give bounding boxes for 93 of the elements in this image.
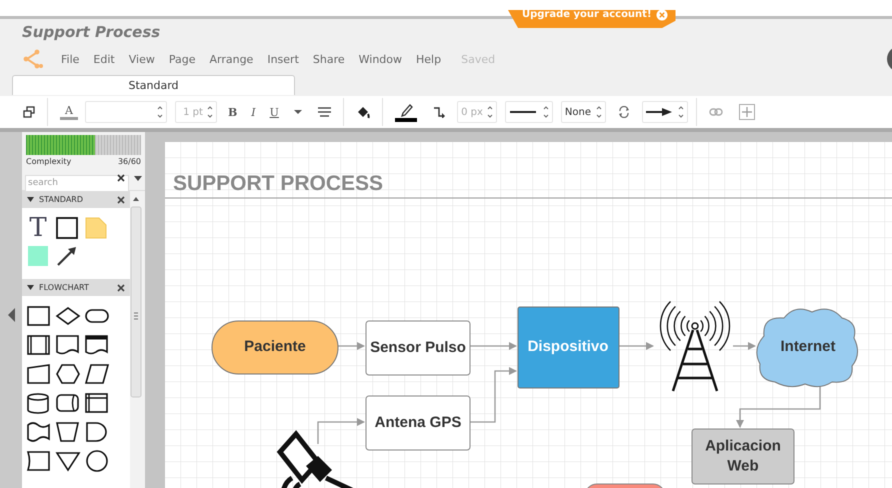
connector-icon[interactable] xyxy=(432,106,445,118)
line-color-icon[interactable] xyxy=(394,102,417,122)
arrange-icon[interactable] xyxy=(23,106,35,118)
node-label: Aplicacion xyxy=(705,437,781,454)
italic-button[interactable]: I xyxy=(247,106,260,118)
section-header[interactable]: STANDARD xyxy=(22,191,130,208)
line-end-value: None xyxy=(564,106,591,118)
cloud-shape[interactable] xyxy=(756,308,858,388)
shape-icon[interactable] xyxy=(84,449,110,473)
menu-item[interactable]: Help xyxy=(416,52,442,66)
search-field[interactable]: search xyxy=(25,174,129,192)
process-box[interactable] xyxy=(366,320,470,376)
shape-icon[interactable] xyxy=(84,333,110,357)
font-field[interactable] xyxy=(84,101,167,123)
spinner-icon[interactable] xyxy=(156,106,164,118)
text-tool[interactable]: T xyxy=(26,216,50,240)
connector-arrow[interactable] xyxy=(619,342,654,350)
spinner-icon[interactable] xyxy=(594,106,603,118)
section-title: STANDARD xyxy=(39,195,84,204)
rotate-icon[interactable] xyxy=(618,106,630,118)
menu-item[interactable]: View xyxy=(128,52,155,66)
section-header[interactable]: FLOWCHART xyxy=(22,279,130,296)
underline-button[interactable]: U xyxy=(266,106,283,118)
spinner-icon[interactable] xyxy=(486,106,494,118)
menu-item[interactable]: Share xyxy=(312,52,345,66)
device-box[interactable] xyxy=(518,306,620,388)
shape-icon[interactable] xyxy=(84,391,110,415)
arrow-icon[interactable] xyxy=(55,244,79,268)
node-label: Antena GPS xyxy=(374,414,462,431)
spinner-icon[interactable] xyxy=(676,106,685,118)
node-label: Paciente xyxy=(244,338,306,355)
shape-icon[interactable] xyxy=(84,420,110,444)
shape-icon[interactable] xyxy=(55,362,81,386)
close-icon[interactable] xyxy=(117,284,125,292)
connector-arrow[interactable] xyxy=(470,342,517,350)
font-color-button[interactable]: A xyxy=(60,104,78,120)
menu-item[interactable]: Arrange xyxy=(209,52,254,66)
line-style-icon xyxy=(510,110,536,114)
connector-arrow[interactable] xyxy=(338,342,365,350)
bold-button[interactable]: B xyxy=(224,106,242,118)
caret-icon[interactable] xyxy=(134,176,142,181)
shape-icon[interactable] xyxy=(55,391,81,415)
shape-icon[interactable] xyxy=(55,420,81,444)
node-label: Web xyxy=(727,457,759,474)
menu-item[interactable]: File xyxy=(61,52,80,66)
shape-icon[interactable] xyxy=(55,333,81,357)
diagram-title: SUPPORT PROCESS xyxy=(173,172,384,195)
shape-icon[interactable] xyxy=(84,362,110,386)
line-end-field[interactable]: None xyxy=(560,101,606,123)
process-box[interactable] xyxy=(366,396,470,450)
spinner-icon[interactable] xyxy=(542,106,550,118)
collapse-arrow-icon[interactable] xyxy=(8,308,14,322)
section-title: FLOWCHART xyxy=(39,283,90,292)
spacing-value: 0 px xyxy=(461,106,483,118)
shape-icon[interactable] xyxy=(55,449,81,473)
caret-icon[interactable] xyxy=(294,109,302,115)
shape-icon[interactable] xyxy=(26,391,52,415)
shape-icon[interactable] xyxy=(26,333,52,357)
expanded-caret-icon[interactable] xyxy=(27,285,34,290)
radio-tower-icon[interactable] xyxy=(660,301,730,392)
menu-item[interactable]: Edit xyxy=(93,52,115,66)
line-style-field[interactable] xyxy=(504,101,553,123)
spinner-icon[interactable] xyxy=(206,106,214,118)
paint-bucket-icon[interactable] xyxy=(356,106,370,118)
shape-icon[interactable] xyxy=(26,420,52,444)
shape-icon[interactable] xyxy=(26,449,52,473)
arrow-icon xyxy=(646,108,672,116)
tab[interactable]: Standard xyxy=(12,75,295,95)
shape-icon[interactable] xyxy=(55,304,81,328)
add-icon[interactable] xyxy=(738,104,755,120)
font-size-value: 1 pt xyxy=(183,106,203,118)
process-box[interactable] xyxy=(692,428,794,484)
align-icon[interactable] xyxy=(318,107,331,117)
connector-arrow[interactable] xyxy=(733,342,756,350)
avatar-icon[interactable] xyxy=(886,46,892,72)
complexity-label: Complexity xyxy=(26,157,72,166)
document-title: Support Process xyxy=(21,22,162,43)
close-icon[interactable] xyxy=(117,196,125,204)
menu-item[interactable]: Window xyxy=(358,52,402,66)
node-label: Dispositivo xyxy=(528,338,608,355)
shape-icon[interactable] xyxy=(26,362,52,386)
connector-arrow[interactable] xyxy=(470,367,517,423)
expanded-caret-icon[interactable] xyxy=(27,197,34,202)
menu-item[interactable]: Insert xyxy=(267,52,299,66)
terminal-shape[interactable] xyxy=(212,320,338,374)
complexity-reading: 36/60 xyxy=(118,157,141,166)
shape-icon[interactable] xyxy=(55,216,79,240)
node-label: Internet xyxy=(780,338,836,355)
menu-item[interactable]: Page xyxy=(168,52,196,66)
clear-icon[interactable] xyxy=(117,174,125,182)
node-label: Sensor Pulso xyxy=(370,338,466,356)
arrow-end-field[interactable] xyxy=(642,101,688,123)
shape-icon[interactable] xyxy=(26,304,52,328)
